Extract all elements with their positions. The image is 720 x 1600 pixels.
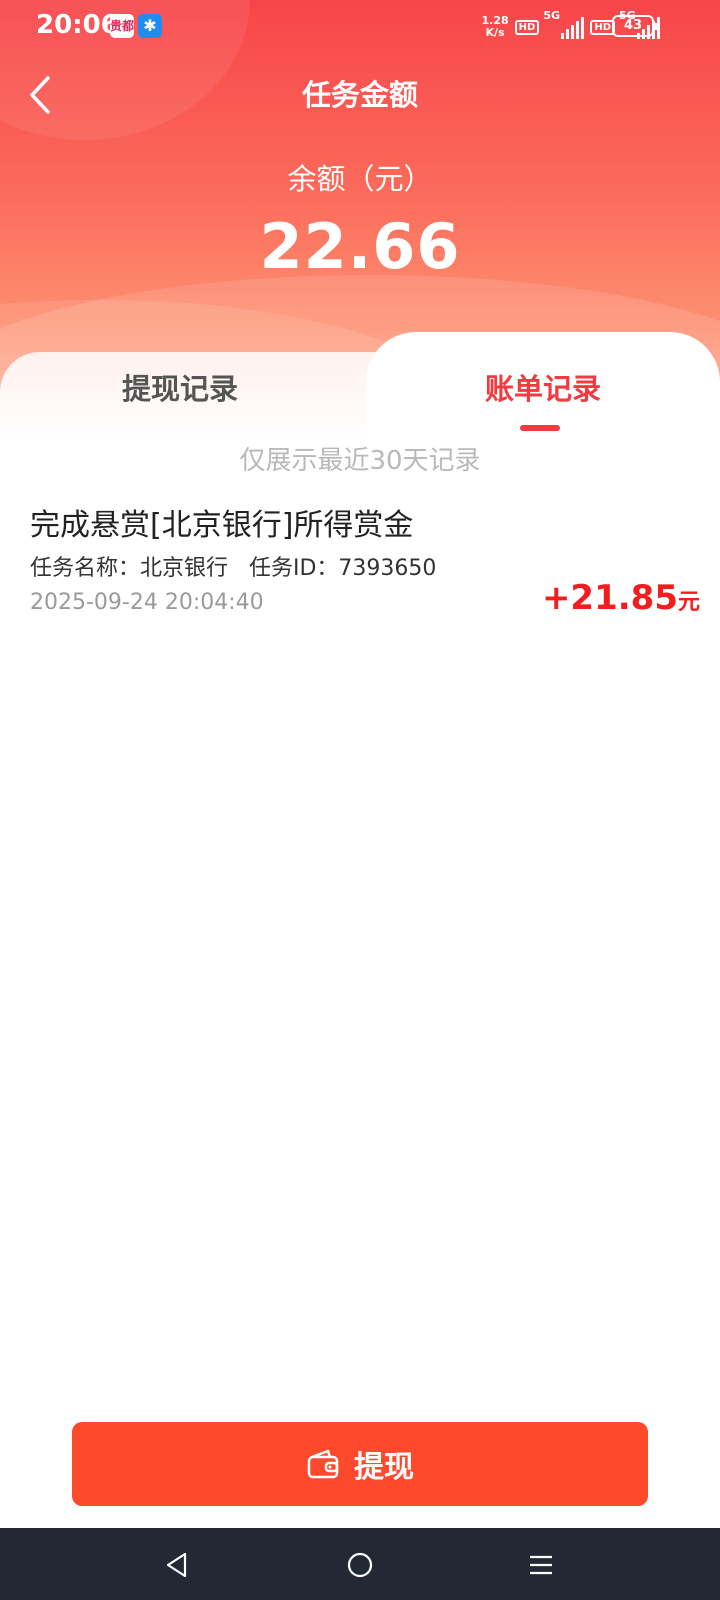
navigation-bar (0, 1528, 720, 1600)
page-title: 任务金额 (301, 78, 418, 112)
battery-icon: 43 (612, 15, 658, 37)
amount-value: +21.85 (541, 578, 678, 618)
amount-unit: 元 (677, 590, 700, 615)
nav-menu-button[interactable] (524, 1548, 558, 1582)
circle-home-icon (347, 1552, 373, 1578)
list-item: 完成悬赏[北京银行]所得赏金 任务名称：北京银行 任务ID：7393650 20… (30, 500, 700, 620)
record-amount: +21.85元 (542, 578, 700, 618)
record-meta: 任务名称：北京银行 任务ID：7393650 (30, 556, 437, 581)
tab-active-indicator (520, 425, 560, 431)
signal-icon: 5G (543, 9, 585, 39)
notice-text: 仅展示最近30天记录 (239, 446, 481, 476)
record-time: 2025-09-24 20:04:40 (30, 590, 264, 615)
tab-bill-records[interactable]: 账单记录 (366, 366, 720, 408)
net-speed: 1.28 K/s (481, 14, 509, 39)
triangle-back-icon (166, 1552, 187, 1578)
record-title: 完成悬赏[北京银行]所得赏金 (30, 508, 414, 543)
tab-withdraw-records[interactable]: 提现记录 (0, 366, 360, 408)
nav-back-button[interactable] (160, 1548, 194, 1582)
withdraw-button-label: 提现 (354, 1450, 414, 1485)
nav-home-button[interactable] (343, 1548, 377, 1582)
status-time: 20:06 (36, 10, 119, 40)
balance-label: 余额（元） (287, 162, 433, 196)
wallet-icon (307, 1449, 339, 1479)
hd-icon: HD (514, 19, 540, 35)
balance-value: 22.66 (259, 210, 461, 283)
withdraw-button[interactable]: 提现 (72, 1422, 648, 1506)
app-notification-icon: 贵都 (110, 14, 134, 38)
menu-icon (530, 1555, 552, 1575)
puzzle-icon: ✱ (138, 14, 162, 38)
status-bar: 20:06 贵都 ✱ 1.28 K/s HD 5G HD 5G 43 (0, 0, 720, 54)
